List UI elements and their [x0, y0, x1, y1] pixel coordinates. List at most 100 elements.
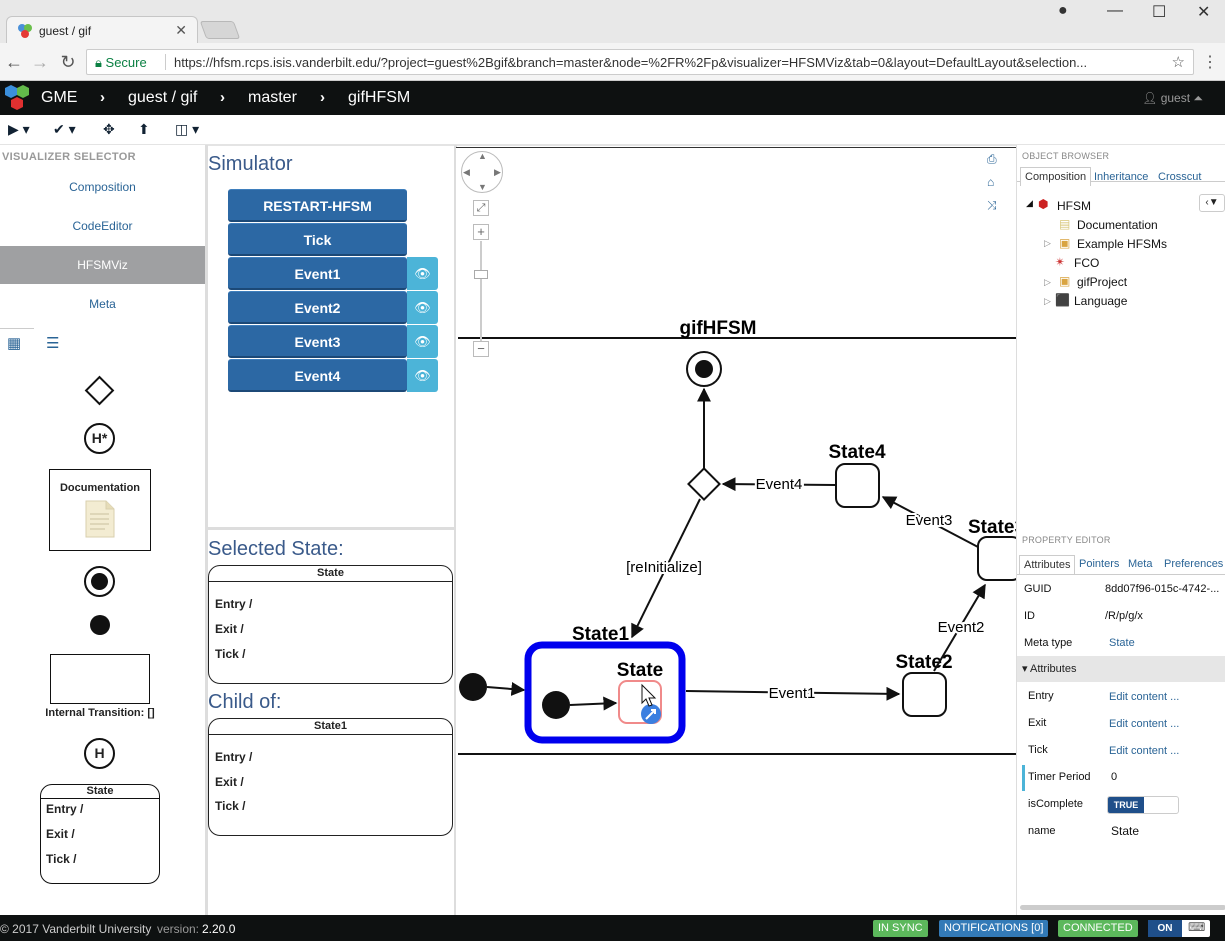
restart-hfsm-button[interactable]: RESTART-HFSM — [228, 189, 407, 222]
meta-type-value[interactable]: State — [1109, 637, 1135, 649]
pan-control[interactable]: ▲ ▼ ◀ ▶ — [461, 151, 503, 193]
event2-button[interactable]: Event2 — [228, 291, 407, 324]
reload-icon[interactable]: ↻ — [58, 52, 78, 73]
tree-item-fco[interactable]: FCO — [1074, 256, 1099, 270]
simulator-divider[interactable] — [208, 527, 454, 530]
in-sync-badge[interactable]: IN SYNC — [873, 920, 928, 937]
event3-eye-icon[interactable]: 👁︎ — [407, 325, 438, 358]
grid-view-icon[interactable]: ▦ — [7, 334, 21, 352]
tree-item-example-hfsms[interactable]: Example HFSMs — [1077, 237, 1167, 251]
tree-item-documentation[interactable]: Documentation — [1077, 218, 1158, 232]
horizontal-scrollbar[interactable] — [1020, 905, 1225, 910]
root-initial-node[interactable] — [459, 673, 487, 701]
end-state-node[interactable] — [686, 351, 722, 387]
expand-gifproject-icon[interactable]: ▷ — [1044, 277, 1051, 288]
visualizer-hfsmviz[interactable]: HFSMViz — [0, 246, 205, 284]
event2-eye-icon[interactable]: 👁︎ — [407, 291, 438, 324]
browser-tab[interactable]: guest / gif ✕ — [6, 16, 198, 44]
tick-button[interactable]: Tick — [228, 223, 407, 256]
tab-inheritance[interactable]: Inheritance — [1094, 171, 1148, 183]
profile-icon[interactable]: ● — [1058, 2, 1068, 20]
choice-node[interactable] — [687, 467, 721, 501]
list-view-icon[interactable]: ☰ — [46, 334, 59, 352]
layout-dropdown-icon[interactable]: ◫ ▾ — [175, 121, 199, 138]
check-dropdown-icon[interactable]: ✔ ▾ — [53, 121, 76, 138]
tree-item-language[interactable]: Language — [1074, 294, 1127, 308]
pan-down-icon[interactable]: ▼ — [478, 182, 487, 192]
expand-hfsm-icon[interactable]: ◢ — [1026, 198, 1033, 209]
state2-node[interactable] — [902, 672, 947, 717]
tab-meta[interactable]: Meta — [1128, 558, 1152, 570]
pan-left-icon[interactable]: ◀ — [463, 167, 470, 178]
event1-eye-icon[interactable]: 👁︎ — [407, 257, 438, 290]
shuffle-icon[interactable]: ⤨ — [987, 198, 997, 213]
play-dropdown-icon[interactable]: ▶ ▾ — [8, 121, 30, 138]
breadcrumb-project[interactable]: guest / gif — [128, 89, 197, 107]
deep-history-palette-item[interactable]: H* — [84, 423, 115, 454]
history-palette-item[interactable]: H — [84, 738, 115, 769]
user-menu[interactable]: 👤︎ guest ⏶ — [1142, 91, 1203, 106]
choice-palette-item[interactable] — [84, 375, 115, 406]
pan-up-icon[interactable]: ▲ — [478, 151, 487, 161]
state4-node[interactable] — [835, 463, 880, 508]
end-state-palette-item[interactable] — [84, 566, 115, 597]
gme-logo-icon[interactable] — [3, 84, 31, 112]
visualizer-composition[interactable]: Composition — [0, 168, 205, 206]
tab-preferences[interactable]: Preferences — [1164, 558, 1223, 570]
visualizer-meta[interactable]: Meta — [0, 285, 205, 323]
name-value[interactable]: State — [1111, 824, 1139, 838]
browser-menu-icon[interactable]: ⋮ — [1200, 52, 1220, 72]
tick-edit-link[interactable]: Edit content ... — [1109, 745, 1179, 757]
event1-button[interactable]: Event1 — [228, 257, 407, 290]
state-palette-item[interactable]: State Entry / Exit / Tick / — [40, 784, 160, 884]
close-tab-icon[interactable]: ✕ — [175, 22, 187, 39]
is-complete-toggle[interactable]: TRUE — [1107, 796, 1179, 814]
event4-eye-icon[interactable]: 👁︎ — [407, 359, 438, 392]
maximize-icon[interactable]: ☐ — [1152, 2, 1166, 22]
visualizer-codeeditor[interactable]: CodeEditor — [0, 207, 205, 245]
timer-period-value[interactable]: 0 — [1111, 771, 1117, 783]
url-field[interactable]: 🔒︎ Secure https://hfsm.rcps.isis.vanderb… — [86, 49, 1194, 75]
expand-language-icon[interactable]: ▷ — [1044, 296, 1051, 307]
documentation-palette-item[interactable]: Documentation — [49, 469, 151, 551]
hfsm-diagram[interactable]: gifHFSM State4 State3 State2 — [456, 147, 1016, 915]
minimize-icon[interactable]: — — [1107, 2, 1123, 20]
tab-crosscut[interactable]: Crosscut — [1158, 171, 1201, 183]
tree-item-hfsm[interactable]: HFSM — [1057, 199, 1091, 213]
upload-icon[interactable]: ⬆ — [138, 121, 150, 138]
zoom-in-icon[interactable]: + — [473, 224, 489, 240]
breadcrumb-node[interactable]: gifHFSM — [348, 89, 410, 107]
initial-state-palette-item[interactable] — [90, 615, 110, 635]
tab-composition[interactable]: Composition — [1020, 167, 1092, 186]
zoom-slider[interactable] — [480, 241, 482, 341]
state3-node[interactable] — [977, 536, 1016, 581]
zoom-slider-handle[interactable] — [474, 270, 488, 279]
print-icon[interactable]: ⎙ — [987, 152, 997, 167]
internal-transition-palette-item[interactable] — [50, 654, 150, 704]
close-window-icon[interactable]: ✕ — [1197, 2, 1210, 22]
exit-edit-link[interactable]: Edit content ... — [1109, 718, 1179, 730]
forward-icon[interactable]: → — [30, 52, 50, 73]
selected-state-node[interactable] — [618, 680, 662, 724]
expand-examples-icon[interactable]: ▷ — [1044, 238, 1051, 249]
tab-attributes[interactable]: Attributes — [1019, 555, 1076, 574]
tree-item-gifproject[interactable]: gifProject — [1077, 275, 1127, 289]
hfsm-canvas[interactable]: gifHFSM State4 State3 State2 — [456, 147, 1016, 915]
fit-screen-icon[interactable]: ⤢ — [473, 200, 489, 216]
zoom-out-icon[interactable]: − — [473, 341, 489, 357]
notifications-badge[interactable]: NOTIFICATIONS [0] — [939, 920, 1049, 937]
connected-badge[interactable]: CONNECTED — [1058, 920, 1138, 937]
app-name[interactable]: GME — [41, 89, 77, 107]
event3-button[interactable]: Event3 — [228, 325, 407, 358]
tab-pointers[interactable]: Pointers — [1079, 558, 1119, 570]
entry-edit-link[interactable]: Edit content ... — [1109, 691, 1179, 703]
move-icon[interactable]: ✥ — [103, 121, 115, 138]
back-icon[interactable]: ← — [4, 52, 24, 73]
inner-initial-node[interactable] — [542, 691, 570, 719]
breadcrumb-branch[interactable]: master — [248, 89, 297, 107]
keyboard-toggle[interactable]: ON ⌨ — [1148, 920, 1210, 937]
new-tab-button[interactable] — [199, 21, 241, 39]
filter-icon[interactable]: ‹▼ — [1199, 194, 1225, 212]
pan-right-icon[interactable]: ▶ — [494, 167, 501, 178]
attributes-section-header[interactable]: ▾ Attributes — [1017, 656, 1225, 682]
